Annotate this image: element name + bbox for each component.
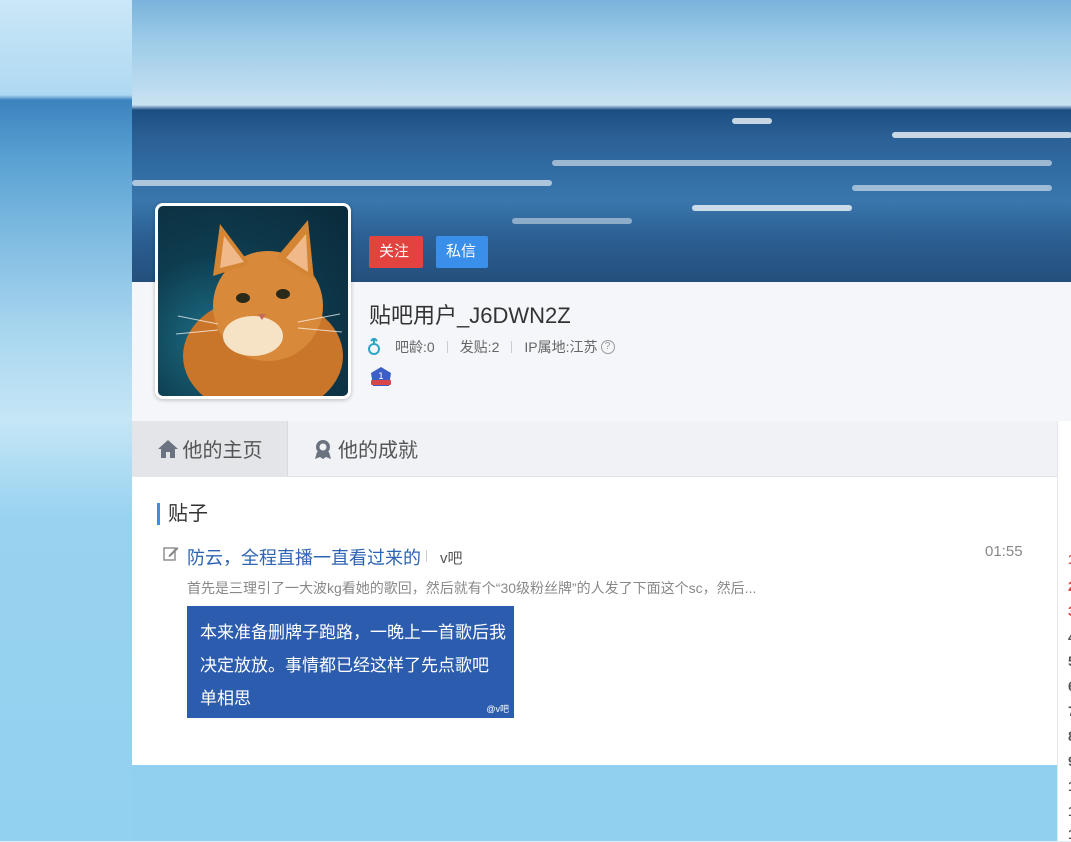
- male-gender-icon: [368, 338, 380, 355]
- wave-crest: [892, 132, 1071, 138]
- post-image[interactable]: 本来准备删牌子跑路，一晚上一首歌后我决定放放。事情都已经这样了先点歌吧 单相思 …: [187, 606, 514, 718]
- post-excerpt: 首先是三理引了一大波kg看她的歌回，然后就有个“30级粉丝牌”的人发了下面这个s…: [187, 580, 757, 596]
- post-divider: [426, 550, 427, 562]
- home-icon: [157, 439, 178, 458]
- profile-meta: 吧龄:0 发贴:2 IP属地:江苏 ?: [367, 337, 615, 357]
- bar-age: 吧龄:0: [395, 339, 435, 355]
- section-title-posts: 贴子: [157, 503, 208, 525]
- wave-crest: [512, 218, 632, 224]
- post-title[interactable]: 防云，全程直播一直看过来的: [187, 544, 421, 570]
- help-icon[interactable]: ?: [600, 340, 615, 354]
- meta-divider: [511, 341, 513, 353]
- follow-button[interactable]: 关注: [369, 236, 423, 268]
- cat-avatar-image: [175, 220, 343, 396]
- wave-crest: [692, 205, 852, 211]
- tab-home[interactable]: 他的主页: [132, 421, 288, 476]
- avatar[interactable]: [155, 203, 351, 399]
- tab-achievements[interactable]: 他的成就: [312, 421, 418, 476]
- ip-location: IP属地:江苏: [524, 339, 598, 355]
- post-image-text: 本来准备删牌子跑路，一晚上一首歌后我决定放放。事情都已经这样了先点歌吧 单相思: [200, 623, 506, 708]
- background-sea: [0, 0, 132, 841]
- main-content: 贴子 防云，全程直播一直看过来的 v吧 01:55 首先是三理引了一大波kg看她…: [132, 477, 1057, 765]
- wave-crest: [132, 180, 552, 186]
- level-badge-icon[interactable]: 1: [369, 366, 393, 390]
- post-forum-link[interactable]: v吧: [440, 547, 463, 568]
- wave-crest: [552, 160, 1052, 166]
- edit-post-icon: [163, 547, 179, 561]
- achievement-icon: [315, 439, 331, 459]
- message-button[interactable]: 私信: [436, 236, 488, 268]
- svg-text:1: 1: [378, 372, 384, 382]
- right-sidebar-panel: 1 2 3 4 5 6 7 8 9 1 1 1: [1057, 421, 1071, 842]
- wave-crest: [732, 118, 772, 124]
- post-count: 发贴:2: [459, 339, 500, 355]
- meta-divider: [446, 341, 448, 353]
- profile-tabs: 他的主页 他的成就: [132, 421, 1057, 477]
- post-time: 01:55: [985, 543, 1023, 560]
- tab-achievements-label: 他的成就: [338, 440, 418, 462]
- post-image-watermark: @v吧: [486, 704, 509, 714]
- wave-crest: [852, 185, 1052, 191]
- tab-home-label: 他的主页: [182, 440, 263, 462]
- username: 贴吧用户_J6DWN2Z: [369, 303, 571, 328]
